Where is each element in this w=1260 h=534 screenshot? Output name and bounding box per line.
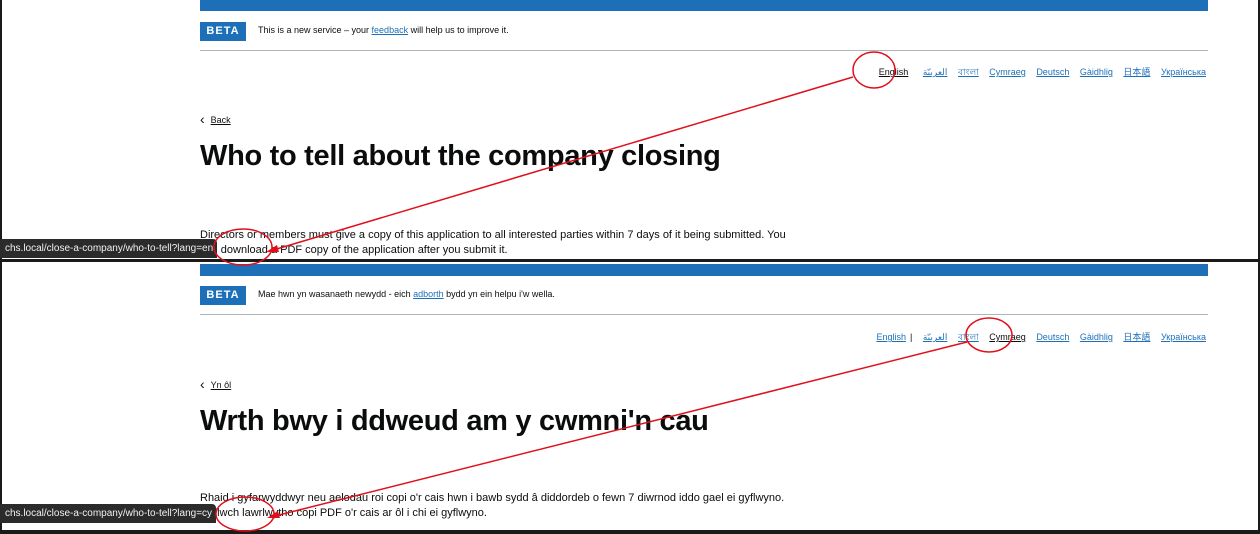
language-switcher: English العربيّة বাংলা Cymraeg Deutsch G… (871, 65, 1206, 80)
lang-gaelic[interactable]: Gàidhlig (1080, 67, 1113, 77)
phase-banner-text: This is a new service – your feedback wi… (258, 25, 509, 35)
status-bar-url: chs.local/close-a-company/who-to-tell?la… (0, 504, 217, 523)
back-link[interactable]: ‹ Back (200, 110, 231, 127)
lang-english[interactable]: English (879, 67, 909, 77)
page-title: Who to tell about the company closing (200, 140, 721, 172)
lang-english[interactable]: English (876, 332, 906, 342)
feedback-link[interactable]: adborth (413, 289, 444, 299)
chevron-left-icon: ‹ (200, 111, 205, 127)
phase-banner-text: Mae hwn yn wasanaeth newydd - eich adbor… (258, 289, 555, 299)
chevron-left-icon: ‹ (200, 376, 205, 392)
lang-ukrainian[interactable]: Українська (1161, 332, 1206, 342)
phase-banner: BETA This is a new service – your feedba… (200, 22, 1208, 51)
body-line-2: Gallwch lawrlwytho copi PDF o'r cais ar … (200, 507, 487, 519)
lang-welsh[interactable]: Cymraeg (989, 67, 1026, 77)
beta-tag: BETA (200, 286, 246, 305)
beta-tag: BETA (200, 22, 246, 41)
lang-arabic[interactable]: العربيّة (923, 332, 948, 342)
header-blue-bar (200, 264, 1208, 276)
status-bar-url: chs.local/close-a-company/who-to-tell?la… (0, 239, 218, 258)
welsh-page-panel: BETA Mae hwn yn wasanaeth newydd - eich … (2, 262, 1258, 530)
page-title: Wrth bwy i ddweud am y cwmni'n cau (200, 405, 709, 437)
lang-bengali[interactable]: বাংলা (958, 332, 979, 342)
lang-german[interactable]: Deutsch (1036, 332, 1069, 342)
lang-ukrainian[interactable]: Українська (1161, 67, 1206, 77)
body-line-1: Rhaid i gyfarwyddwyr neu aelodau roi cop… (200, 492, 785, 504)
lang-japanese[interactable]: 日本語 (1123, 332, 1150, 342)
body-paragraph: Directors or members must give a copy of… (200, 228, 900, 258)
lang-separator: | (909, 332, 913, 342)
body-line-2: can download a PDF copy of the applicati… (200, 244, 508, 256)
lang-separator (912, 67, 915, 77)
language-switcher: English | العربيّة বাংলা Cymraeg Deutsch … (868, 330, 1206, 345)
lang-arabic[interactable]: العربيّة (923, 67, 948, 77)
lang-german[interactable]: Deutsch (1036, 67, 1069, 77)
feedback-link[interactable]: feedback (372, 25, 409, 35)
lang-japanese[interactable]: 日本語 (1123, 67, 1150, 77)
lang-gaelic[interactable]: Gàidhlig (1080, 332, 1113, 342)
english-page-panel: BETA This is a new service – your feedba… (2, 0, 1258, 259)
back-link[interactable]: ‹ Yn ôl (200, 375, 232, 392)
phase-banner: BETA Mae hwn yn wasanaeth newydd - eich … (200, 286, 1208, 315)
lang-bengali[interactable]: বাংলা (958, 67, 979, 77)
header-blue-bar (200, 0, 1208, 11)
back-link-label: Yn ôl (210, 380, 232, 390)
back-link-label: Back (210, 115, 231, 125)
body-line-1: Directors or members must give a copy of… (200, 229, 786, 241)
lang-welsh[interactable]: Cymraeg (989, 332, 1026, 342)
body-paragraph: Rhaid i gyfarwyddwyr neu aelodau roi cop… (200, 491, 900, 521)
